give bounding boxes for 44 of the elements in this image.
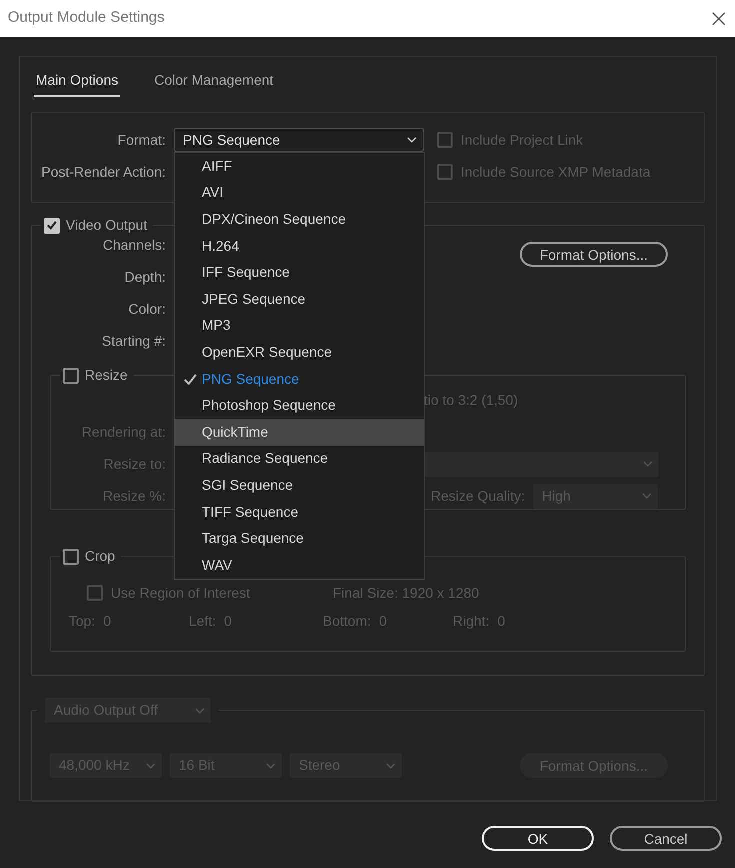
field-label: Post-Render Action: — [40, 162, 167, 182]
menu-item[interactable]: Photoshop Sequence — [175, 392, 424, 419]
dialog-button[interactable]: OK — [482, 826, 594, 851]
checkbox-label: Crop — [85, 547, 116, 566]
menu-item[interactable]: DPX/Cineon Sequence — [175, 206, 424, 233]
menu-item[interactable]: Radiance Sequence — [175, 446, 424, 472]
menu-item[interactable]: IFF Sequence — [175, 259, 424, 286]
caret-icon — [643, 461, 653, 467]
tab[interactable]: Main Options — [34, 70, 120, 97]
dialog-button[interactable]: Cancel — [610, 826, 722, 851]
field-label: Starting #: — [101, 332, 167, 351]
caret-icon — [195, 708, 205, 714]
window-title: Output Module Settings — [8, 8, 165, 28]
caret-icon — [642, 493, 652, 499]
checkbox[interactable] — [63, 548, 79, 564]
menu-item[interactable]: TIFF Sequence — [175, 498, 424, 526]
menu-item[interactable]: Targa Sequence — [175, 525, 424, 552]
menu-item[interactable]: AVI — [175, 180, 424, 206]
menu-item[interactable]: JPEG Sequence — [175, 286, 424, 313]
field-label: Channels: — [102, 236, 167, 254]
menu-item[interactable]: H.264 — [175, 232, 424, 260]
checkbox[interactable] — [63, 368, 79, 384]
caret-icon — [386, 762, 396, 768]
tab[interactable]: Color Management — [152, 70, 276, 97]
caret-icon — [407, 137, 417, 143]
menu-item[interactable]: WAV — [175, 552, 424, 578]
caret-icon — [266, 762, 276, 768]
format-options-button[interactable]: Format Options... — [520, 242, 668, 267]
checkmark-icon — [184, 374, 197, 385]
menu-item[interactable]: OpenEXR Sequence — [175, 339, 424, 366]
menu-item[interactable]: SGI Sequence — [175, 472, 424, 499]
menu-item[interactable]: MP3 — [175, 312, 424, 340]
checkmark-icon — [47, 221, 57, 230]
field-label: Format: — [116, 130, 167, 150]
close-icon[interactable] — [711, 10, 727, 26]
checkbox[interactable] — [87, 585, 103, 601]
checkbox-label: Resize — [85, 366, 128, 385]
field-label: Color: — [128, 300, 167, 318]
menu-item[interactable]: AIFF — [175, 153, 424, 180]
field-label: Depth: — [124, 268, 167, 287]
menu-item[interactable]: PNG Sequence — [175, 366, 424, 392]
checkbox-label: Video Output — [66, 216, 148, 235]
caret-icon — [146, 762, 156, 768]
menu-item[interactable]: QuickTime — [175, 418, 424, 446]
